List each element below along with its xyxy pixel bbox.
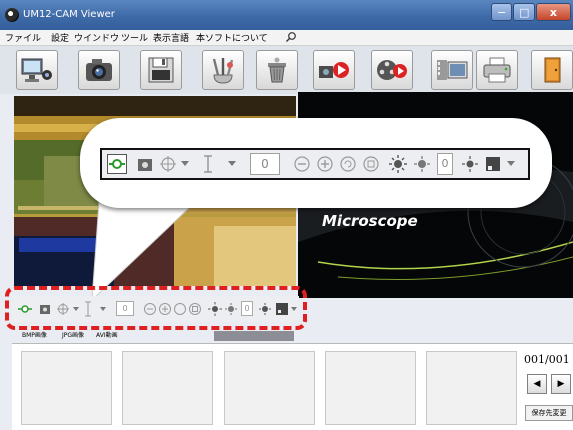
zoom-out-button[interactable] [292,154,312,174]
thumbnail-slot[interactable] [426,351,517,425]
save-button[interactable] [140,50,182,90]
thumbnail-slot[interactable] [325,351,416,425]
tools-icon [212,58,234,84]
main-toolbar [0,46,573,94]
zoom-out-icon [294,156,310,172]
sun-icon [462,156,478,172]
camera-toolbar-magnified: 0 0 [100,148,530,180]
floppy-save-icon [148,57,174,83]
menu-settings[interactable]: 設定 [51,31,69,44]
file-type-tabs: BMP画像 JPG画像 AVI動画 [12,330,152,342]
video-capture-icon [319,62,349,78]
window-title: UM12-CAM Viewer [23,9,115,20]
prev-page-button[interactable]: ◀ [527,374,547,394]
screen-capture-button[interactable] [431,50,473,90]
rotate-button[interactable] [338,154,358,174]
thumbnail-panel [12,343,573,430]
video-capture-button[interactable] [313,50,355,90]
green-connect-icon [109,159,125,169]
exit-button[interactable] [531,50,573,90]
camera-icon [86,59,112,81]
toolbar-highlight [5,286,307,330]
brightness-down-button[interactable] [412,154,432,174]
app-icon [5,8,19,22]
sun-dim-icon [414,156,430,172]
maximize-button[interactable]: □ [513,3,535,21]
fit-view-button[interactable] [361,154,381,174]
crosshair-dropdown-button[interactable] [158,154,178,174]
zoom-in-icon [317,156,333,172]
auto-brightness-button[interactable] [460,154,480,174]
print-button[interactable] [476,50,518,90]
sun-icon [389,155,407,173]
thumbnail-slot[interactable] [224,351,315,425]
window-controls: − □ x [491,3,571,21]
screen-capture-icon [437,60,468,80]
zoom-value-field[interactable]: 0 [250,153,280,175]
rotate-icon [340,156,356,172]
tools-button[interactable] [202,50,244,90]
fit-view-icon [363,156,379,172]
brightness-value-field[interactable]: 0 [437,153,453,175]
brightness-up-button[interactable] [388,154,408,174]
tab-avi[interactable]: AVI動画 [96,330,118,339]
chevron-down-icon[interactable] [180,154,190,174]
color-swatch-icon [486,157,500,171]
menu-bar: ファイル 設定 ウインドウ ツール 表示言語 本ソフトについて [0,30,573,46]
search-icon[interactable] [285,31,297,43]
chevron-down-icon[interactable] [227,154,237,174]
thumbnail-view-strip [214,331,294,341]
film-record-icon [377,60,407,80]
start-preview-button[interactable] [107,154,127,174]
thumbnail-slot[interactable] [21,351,112,425]
menu-file[interactable]: ファイル [5,31,41,44]
tab-jpg[interactable]: JPG画像 [62,330,84,339]
printer-icon [483,57,511,83]
splash-brand-text: Microscope [322,212,418,230]
measure-dropdown-button[interactable] [198,154,218,174]
change-save-folder-button[interactable]: 保存先変更 [525,405,573,421]
color-select-button[interactable] [483,154,503,174]
tab-bmp[interactable]: BMP画像 [22,330,47,339]
menu-about[interactable]: 本ソフトについて [196,31,268,44]
thumbnail-slot[interactable] [122,351,213,425]
menu-tools[interactable]: ツール [121,31,148,44]
measure-bar-icon [204,155,212,173]
menu-language[interactable]: 表示言語 [153,31,189,44]
pc-camera-icon [21,58,52,82]
trash-icon [268,57,286,83]
menu-window[interactable]: ウインドウ [74,31,119,44]
crosshair-icon [160,156,176,172]
minimize-button[interactable]: − [491,3,513,21]
delete-button[interactable] [256,50,298,90]
next-page-button[interactable]: ▶ [551,374,571,394]
camera-icon [138,159,152,171]
page-counter: 001/001 [524,353,570,366]
close-button[interactable]: x [535,3,571,21]
zoom-in-button[interactable] [315,154,335,174]
snapshot-small-button[interactable] [135,154,155,174]
camera-connect-button[interactable] [16,50,58,90]
chevron-down-icon[interactable] [506,154,516,174]
exit-door-icon [544,57,561,83]
snapshot-button[interactable] [78,50,120,90]
record-video-button[interactable] [371,50,413,90]
